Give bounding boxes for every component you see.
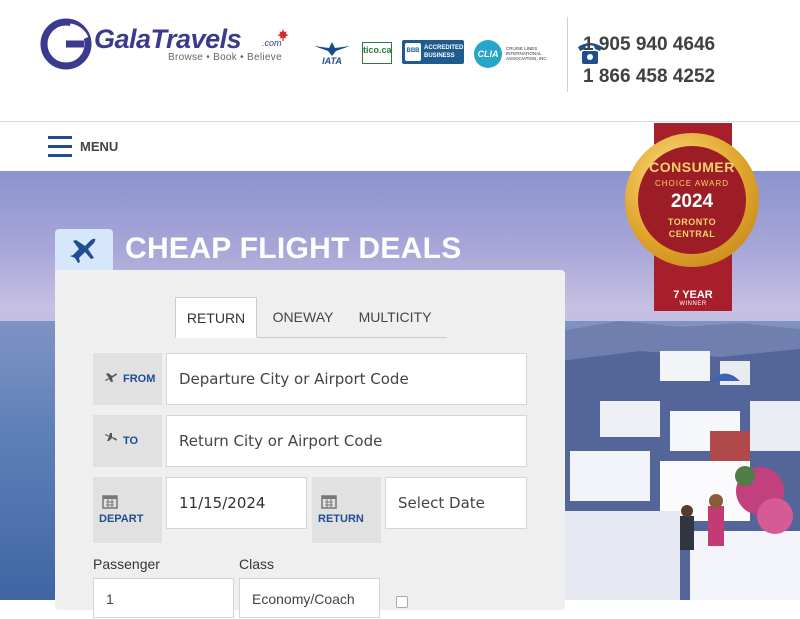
to-label: TO [123,435,139,447]
phone-number-2[interactable]: 1 866 458 4252 [583,66,715,88]
bbb-mark-text: BBB [406,48,420,54]
tab-multicity[interactable]: MULTICITY [349,297,441,338]
depart-label: DEPART [99,513,144,525]
tab-return[interactable]: RETURN [175,297,257,338]
consumer-choice-award-badge: CONSUMER CHOICE AWARD 2024 TORONTO CENTR… [620,123,764,313]
award-years: 7 YEAR [673,289,713,301]
plane-landing-icon [105,433,117,441]
trip-type-tabs: RETURN ONEWAY MULTICITY [175,297,447,338]
logo-name: GalaTravels [94,24,242,54]
return-date-input[interactable] [385,477,527,529]
return-label: RETURN [318,513,364,525]
clia-badge[interactable]: CLIA CRUISE LINES INTERNATIONAL ASSOCIAT… [474,38,550,68]
to-input[interactable] [166,415,527,467]
class-select[interactable]: Economy/Coach [239,578,380,618]
hamburger-icon [48,134,72,158]
iata-badge[interactable]: IATA [312,40,352,66]
flight-search-form: RETURN ONEWAY MULTICITY FROM TO DEPART [55,270,565,618]
to-label-box: TO [93,415,162,467]
bbb-torch-icon: BBB [405,43,421,61]
tico-badge[interactable]: tico.ca [362,42,392,64]
logo-g-icon [40,18,92,70]
return-label-box: RETURN [312,477,381,543]
depart-label-box: DEPART [93,477,162,543]
from-input[interactable] [166,353,527,405]
passenger-value: 1 [106,591,114,607]
clia-text: CRUISE LINES INTERNATIONAL ASSOCIATION, … [506,46,547,61]
passenger-select[interactable]: 1 [93,578,234,618]
passenger-label: Passenger [93,556,160,572]
depart-date-input[interactable] [166,477,307,529]
maple-leaf-icon [277,29,289,41]
menu-button[interactable]: MENU [48,134,128,160]
clia-logo-icon: CLIA [474,40,502,68]
header-divider [567,17,568,92]
award-city-line1: TORONTO [667,217,717,227]
page-title: CHEAP FLIGHT DEALS [125,232,462,265]
tab-oneway[interactable]: ONEWAY [263,297,343,338]
class-value: Economy/Coach [252,591,355,607]
calendar-icon [102,495,118,509]
plane-takeoff-icon [105,373,117,382]
airplane-icon [70,238,96,263]
hero-town-image [560,351,800,600]
site-header: GalaTravels .com Browse • Book • Believe… [0,0,800,122]
class-label: Class [239,556,275,572]
bbb-badge[interactable]: BBB ACCREDITED BUSINESS [402,40,464,64]
from-label: FROM [123,373,156,385]
logo-tagline: Browse • Book • Believe [168,52,282,63]
flight-section-tab [55,229,113,271]
logo[interactable]: GalaTravels .com Browse • Book • Believe [40,18,300,78]
award-subtitle: CHOICE AWARD [654,179,730,188]
bbb-text: ACCREDITED BUSINESS [424,45,464,59]
clia-mark-text: CLIA [477,49,499,59]
calendar-icon [321,495,337,509]
award-year: 2024 [670,191,714,212]
from-label-box: FROM [93,353,162,405]
options-checkbox[interactable] [396,596,408,608]
menu-label: MENU [80,139,119,154]
phone-number-1[interactable]: 1 905 940 4646 [583,34,715,56]
tico-text: tico.ca [363,45,392,55]
iata-text: IATA [322,56,342,66]
award-city-line2: CENTRAL [668,229,716,239]
award-winner: WINNER [679,301,707,307]
award-title: CONSUMER [649,159,735,175]
